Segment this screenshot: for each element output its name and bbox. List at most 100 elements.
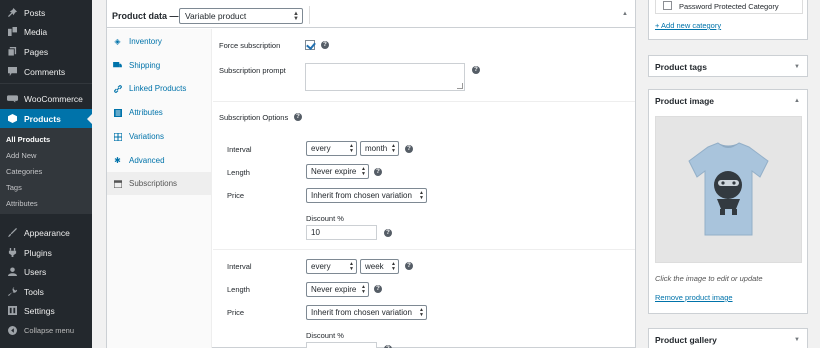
interval-every-select[interactable]: every ▲ ▼ [306,259,357,274]
menu-item-users[interactable]: Users [0,262,92,281]
price-label: Price [227,308,245,317]
select-value: month [365,144,388,153]
tab-inventory[interactable]: ◈ Inventory [107,30,211,53]
expand-arrow-icon[interactable]: ▼ [794,64,800,70]
submenu-tags[interactable]: Tags [6,183,22,192]
price-select[interactable]: Inherit from chosen variation ▲ ▼ [306,305,427,320]
settings-icon [5,306,19,316]
discount-input[interactable]: 10 [306,225,377,240]
product-image-title[interactable]: Product image [655,96,714,106]
tab-subscriptions[interactable]: Subscriptions [107,172,211,195]
wrench-icon [5,287,19,297]
help-icon[interactable]: ? [294,113,302,121]
select-arrows-icon: ▲ ▼ [361,284,366,295]
menu-label: WooCommerce [24,93,83,104]
collapse-arrow-icon[interactable]: ▲ [622,11,628,17]
help-icon[interactable]: ? [405,262,413,270]
menu-item-appearance[interactable]: Appearance [0,223,92,242]
submenu-all-products[interactable]: All Products [6,135,50,144]
interval-label: Interval [227,145,252,154]
select-value: Inherit from chosen variation [311,308,412,317]
interval-period-select[interactable]: week ▲ ▼ [360,259,399,274]
comments-icon [5,67,19,77]
collapse-arrow-icon[interactable]: ▲ [794,98,800,104]
length-select[interactable]: Never expire ▲ ▼ [306,282,369,297]
category-checkbox[interactable] [663,1,672,10]
product-image[interactable] [655,116,802,263]
menu-item-posts[interactable]: Posts [0,3,92,22]
help-icon[interactable]: ? [384,229,392,237]
link-icon [113,84,122,93]
submenu-attributes[interactable]: Attributes [6,199,38,208]
interval-every-select[interactable]: every ▲ ▼ [306,141,357,156]
help-icon[interactable]: ? [374,285,382,293]
product-gallery-title[interactable]: Product gallery [655,335,717,345]
force-subscription-label: Force subscription [219,41,281,50]
remove-image-link[interactable]: Remove product image [655,293,733,302]
select-arrows-icon: ▲ ▼ [349,143,354,154]
menu-item-pages[interactable]: Pages [0,42,92,61]
menu-label: Tools [24,286,44,297]
force-subscription-checkbox[interactable] [305,40,315,50]
product-tags-title[interactable]: Product tags [655,62,707,72]
input-value: 10 [311,228,320,237]
select-value: Inherit from chosen variation [311,191,412,200]
menu-item-settings[interactable]: Settings [0,301,92,320]
select-value: Never expire [311,285,357,294]
tab-label: Linked Products [129,84,187,93]
plugins-icon [5,248,19,258]
select-value: every [311,262,331,271]
menu-label: Comments [24,66,66,77]
product-data-tabs: ◈ Inventory Shipping Linked Products Att… [107,29,212,348]
product-data-title: Product data — [112,11,179,21]
tab-attributes[interactable]: Attributes [107,101,211,124]
help-icon[interactable]: ? [321,41,329,49]
menu-collapse[interactable]: Collapse menu [0,321,92,340]
tab-variations[interactable]: Variations [107,125,211,148]
product-categories-box: Password Protected Category + Add new ca… [648,0,808,40]
tab-label: Variations [129,132,164,141]
select-arrows-icon: ▲ ▼ [361,166,366,177]
menu-label: Media [24,26,48,37]
grid-icon [113,132,122,141]
submenu-categories[interactable]: Categories [6,167,42,176]
expand-arrow-icon[interactable]: ▼ [794,337,800,343]
product-tags-box: Product tags ▼ [648,55,808,77]
media-icon [5,27,19,37]
help-icon[interactable]: ? [374,168,382,176]
select-value: Never expire [311,167,357,176]
menu-item-plugins[interactable]: Plugins [0,243,92,262]
subscription-prompt-textarea[interactable] [305,63,465,91]
menu-label: Posts [24,7,46,18]
add-new-category-link[interactable]: + Add new category [655,21,721,30]
product-data-box: Product data — Variable product ▲ ▼ ▲ ◈ I… [106,0,636,348]
product-type-value: Variable product [185,11,247,21]
menu-label: Users [24,266,47,277]
tab-linked-products[interactable]: Linked Products [107,77,211,100]
product-data-header: Product data — Variable product ▲ ▼ ▲ [107,4,635,28]
length-label: Length [227,285,250,294]
gear-icon: ✱ [114,156,121,165]
category-label: Password Protected Category [679,2,779,11]
subscriptions-panel: Force subscription ? Subscription prompt… [213,29,635,348]
menu-item-tools[interactable]: Tools [0,282,92,301]
price-select[interactable]: Inherit from chosen variation ▲ ▼ [306,188,427,203]
tab-advanced[interactable]: ✱ Advanced [107,149,211,172]
discount-input[interactable] [306,342,377,348]
interval-period-select[interactable]: month ▲ ▼ [360,141,399,156]
menu-label: Appearance [24,227,70,238]
product-gallery-box: Product gallery ▼ [648,328,808,348]
menu-item-woocommerce[interactable]: WooCommerce [0,89,92,108]
length-label: Length [227,168,250,177]
submenu-add-new[interactable]: Add New [6,151,36,160]
menu-item-products[interactable]: Products [0,109,92,128]
help-icon[interactable]: ? [472,66,480,74]
menu-item-comments[interactable]: Comments [0,62,92,81]
collapse-icon [5,326,19,336]
menu-separator [0,83,92,84]
length-select[interactable]: Never expire ▲ ▼ [306,164,369,179]
tab-shipping[interactable]: Shipping [107,54,211,77]
help-icon[interactable]: ? [405,145,413,153]
menu-item-media[interactable]: Media [0,22,92,41]
product-type-select[interactable]: Variable product ▲ ▼ [179,8,303,24]
